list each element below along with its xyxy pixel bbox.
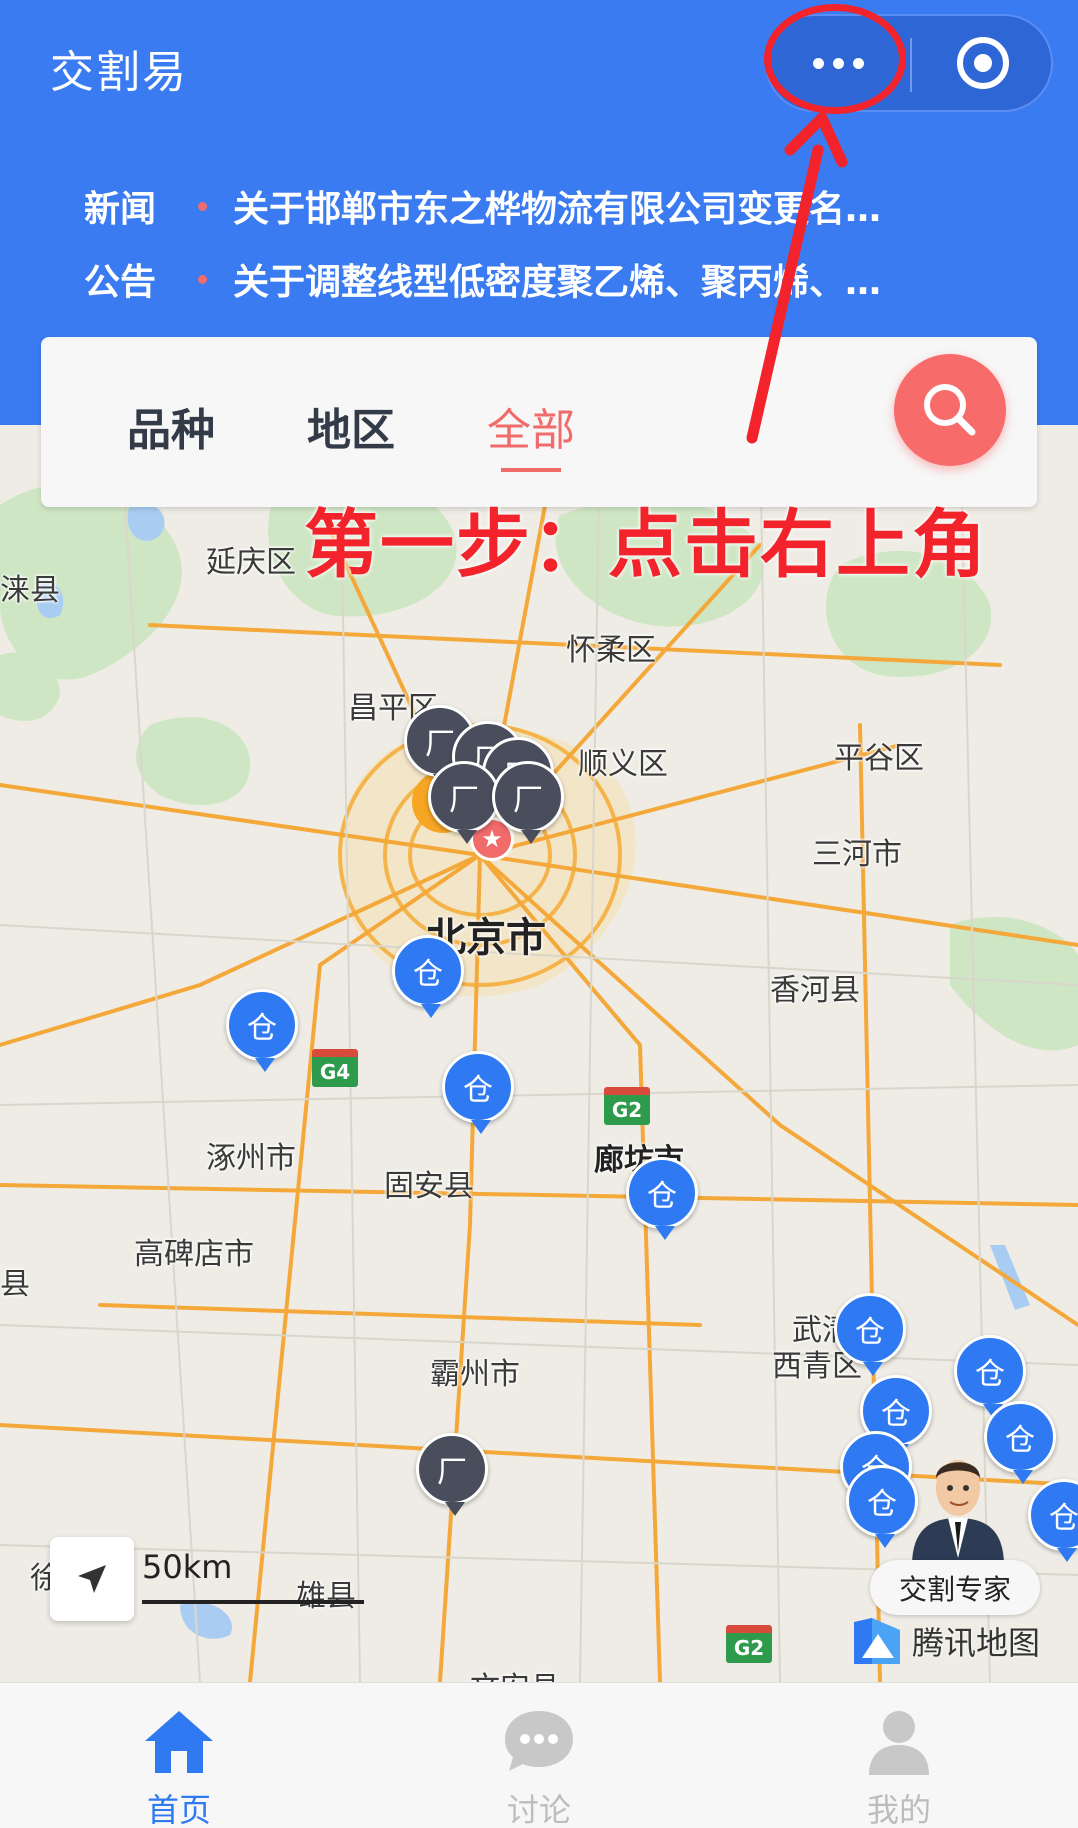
place-label: 顺义区 — [578, 747, 668, 782]
annotation-instruction: 第一步：点击右上角 — [304, 502, 988, 588]
bullet-dot — [198, 201, 207, 211]
warehouse-pin[interactable]: 仓 — [954, 1335, 1026, 1418]
place-label: 文安县 — [470, 1663, 560, 1682]
place-label: 怀柔区 — [566, 633, 656, 668]
tab-mine-label: 我的 — [866, 1791, 931, 1828]
tencent-map-icon — [854, 1618, 900, 1664]
map-provider-logo: 腾讯地图 — [850, 1614, 1040, 1668]
tab-all[interactable]: 全部 — [487, 394, 575, 472]
tab-mine[interactable]: 我的 — [799, 1683, 999, 1828]
annotation-highlight-circle — [764, 4, 906, 114]
place-label: 延庆区 — [206, 545, 296, 580]
place-label: 平谷区 — [834, 741, 924, 776]
factory-pin[interactable]: 厂 — [416, 1433, 488, 1516]
place-label: 涞县 — [0, 573, 60, 608]
search-icon — [924, 384, 976, 436]
highway-shield: G4 — [312, 1049, 358, 1087]
place-label: 香河县 — [770, 973, 860, 1008]
highway-shield: G2 — [604, 1087, 650, 1125]
announcement-text: 关于调整线型低密度聚乙烯、聚丙烯、… — [233, 262, 882, 303]
map-provider-label: 腾讯地图 — [912, 1624, 1041, 1662]
expert-avatar[interactable] — [902, 1448, 1014, 1566]
map-scale-label: 50km — [142, 1548, 233, 1586]
locate-button[interactable] — [50, 1537, 134, 1621]
navigation-arrow-icon — [78, 1565, 106, 1593]
expert-button[interactable]: 交割专家 — [870, 1560, 1040, 1615]
announcement-tag: 公告 — [84, 262, 157, 303]
active-tab-underline — [501, 468, 561, 472]
place-label: 涿州市 — [206, 1141, 296, 1176]
announcement-row[interactable]: 公告 关于调整线型低密度聚乙烯、聚丙烯、… — [84, 253, 933, 305]
tab-variety[interactable]: 品种 — [127, 394, 215, 458]
bullet-dot — [198, 274, 207, 284]
tab-home[interactable]: 首页 — [79, 1683, 279, 1828]
chat-bubble-icon — [505, 1711, 573, 1771]
warehouse-pin[interactable]: 仓 — [626, 1157, 698, 1240]
tab-discussion[interactable]: 讨论 — [439, 1683, 639, 1828]
warehouse-pin[interactable]: 仓 — [226, 989, 298, 1072]
bottom-tab-bar: 首页 讨论 我的 — [0, 1682, 1078, 1828]
app-title: 交割易 — [50, 47, 188, 98]
place-label: 雄县 — [296, 1579, 356, 1614]
user-icon — [869, 1711, 929, 1775]
home-icon — [145, 1711, 213, 1773]
news-tag: 新闻 — [84, 189, 157, 230]
highway-shield: G2 — [726, 1625, 772, 1663]
place-label: 高碑店市 — [134, 1237, 254, 1272]
warehouse-pin[interactable]: 仓 — [442, 1051, 514, 1134]
place-label: 三河市 — [812, 837, 902, 872]
close-mini-program-button[interactable] — [912, 16, 1053, 110]
tab-home-label: 首页 — [146, 1791, 211, 1828]
tab-region[interactable]: 地区 — [307, 394, 395, 458]
warehouse-pin[interactable]: 仓 — [392, 935, 464, 1018]
map-scale-bar — [142, 1600, 364, 1604]
search-button[interactable] — [894, 354, 1006, 466]
place-label: 县 — [0, 1267, 30, 1302]
news-text: 关于邯郸市东之桦物流有限公司变更名… — [233, 189, 882, 230]
place-label: 霸州市 — [430, 1357, 520, 1392]
factory-pin[interactable]: 厂 — [492, 761, 564, 844]
target-circle-icon — [956, 37, 1009, 89]
warehouse-pin[interactable]: 仓 — [834, 1293, 906, 1376]
factory-pin[interactable]: 厂 — [428, 761, 500, 844]
place-label: 固安县 — [384, 1169, 474, 1204]
news-row[interactable]: 新闻 关于邯郸市东之桦物流有限公司变更名… — [84, 180, 933, 232]
tab-discussion-label: 讨论 — [506, 1791, 571, 1828]
filter-card: 品种 地区 全部 — [41, 337, 1037, 507]
tab-all-label: 全部 — [487, 405, 575, 456]
